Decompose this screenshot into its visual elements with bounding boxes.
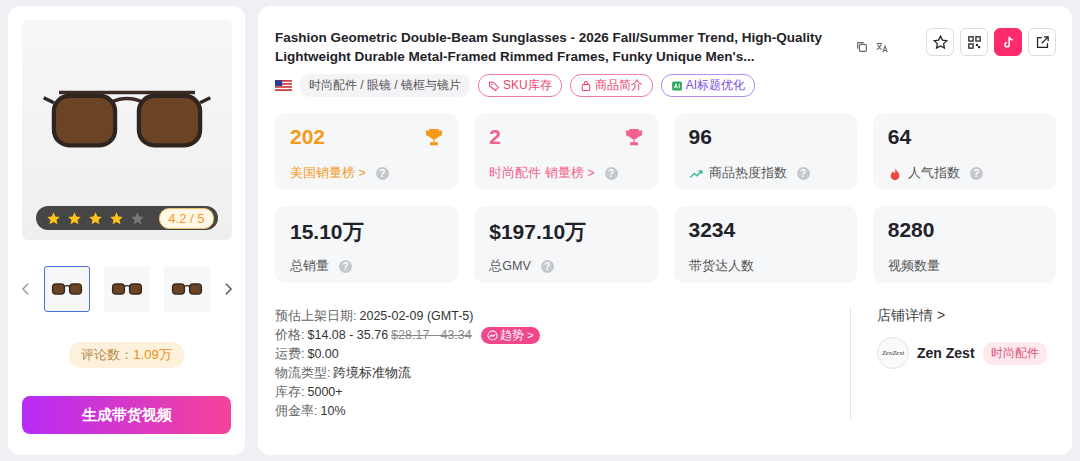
shop-row[interactable]: ZenZest Zen Zest 时尚配件: [877, 337, 1047, 369]
star-icon: [46, 211, 61, 226]
copy-icon[interactable]: [855, 40, 869, 54]
stat-value: $197.10万: [489, 218, 586, 246]
shop-tag: 时尚配件: [983, 342, 1047, 365]
help-icon[interactable]: ?: [970, 167, 983, 180]
star-icon: [130, 211, 145, 226]
trophy-icon: [624, 127, 644, 147]
star-icon: [88, 211, 103, 226]
stat-card: 3234 带货达人数: [674, 206, 857, 283]
detail-row: 运费: $0.00: [275, 345, 850, 363]
sunglasses-icon: [110, 278, 144, 300]
help-icon[interactable]: ?: [339, 260, 352, 273]
title-row: Fashion Geometric Double-Beam Sunglasses…: [275, 28, 1056, 66]
stat-value: 8280: [888, 218, 935, 242]
stat-card: 64 人气指数 ?: [873, 113, 1056, 190]
shop-details-link[interactable]: 店铺详情 >: [877, 307, 1047, 325]
thumbnail[interactable]: [44, 266, 90, 312]
stat-card[interactable]: 2 时尚配件 销量榜 > ?: [474, 113, 657, 190]
thumbnail-strip: [21, 266, 233, 312]
help-icon[interactable]: ?: [605, 167, 618, 180]
detail-row: 价格: $14.08 - 35.76 $28.17 - 43.34 趋势 >: [275, 326, 850, 344]
sunglasses-icon: [42, 68, 212, 163]
stat-label: 总销量 ?: [290, 258, 444, 275]
qr-code-icon: [966, 34, 983, 51]
stat-label: 商品热度指数 ?: [689, 165, 843, 182]
detail-row: 库存: 5000+: [275, 383, 850, 401]
tag-row: 时尚配件 / 眼镜 / 镜框与镜片 SKU库存 商品简介 AI标题优化: [275, 74, 1056, 97]
product-page: 4.2 / 5 评论数：1.09万 生成带货视频 Fashion Geometr…: [0, 0, 1080, 461]
product-photo: 4.2 / 5: [22, 20, 232, 240]
tag-button[interactable]: AI标题优化: [661, 74, 755, 97]
category-path[interactable]: 时尚配件 / 眼镜 / 镜框与镜片: [300, 74, 470, 97]
open-link-button[interactable]: [1028, 28, 1056, 56]
thumbnail[interactable]: [104, 266, 150, 312]
stat-label: 人气指数 ?: [888, 165, 1042, 182]
chevron-left-icon[interactable]: [21, 282, 30, 296]
help-icon[interactable]: ?: [376, 167, 389, 180]
bag-icon: [580, 80, 592, 92]
us-flag-icon: [275, 80, 292, 91]
trend-button[interactable]: 趋势 >: [481, 327, 540, 344]
detail-row: 物流类型: 跨境标准物流: [275, 364, 850, 382]
detail-row: 佣金率: 10%: [275, 402, 850, 420]
help-icon[interactable]: ?: [541, 260, 554, 273]
detail-section: 预估上架日期: 2025-02-09 (GMT-5) 价格: $14.08 - …: [275, 307, 1056, 420]
stats-grid: 202 美国销量榜 > ?2 时尚配件 销量榜 > ?96 商品热度指数 ?64…: [275, 113, 1056, 283]
tiktok-button[interactable]: [994, 28, 1022, 56]
sunglasses-icon: [170, 278, 204, 300]
translate-icon[interactable]: [875, 40, 889, 54]
action-buttons: [926, 28, 1056, 56]
sunglasses-icon: [50, 278, 84, 300]
stat-value: 2: [489, 125, 501, 149]
detail-list: 预估上架日期: 2025-02-09 (GMT-5) 价格: $14.08 - …: [275, 307, 850, 420]
ai-icon: [671, 80, 683, 92]
shop-avatar: ZenZest: [877, 337, 909, 369]
trend-circle-icon: [487, 330, 498, 341]
stat-value: 202: [290, 125, 325, 149]
product-detail-card: Fashion Geometric Double-Beam Sunglasses…: [258, 6, 1072, 455]
trophy-icon: [424, 127, 444, 147]
external-link-icon: [1034, 34, 1051, 51]
rating-value: 4.2 / 5: [159, 208, 213, 229]
review-count: 评论数：1.09万: [69, 342, 183, 368]
chevron-right-icon[interactable]: [224, 282, 233, 296]
stat-label: 视频数量: [888, 258, 1042, 275]
stat-label: 带货达人数: [689, 258, 843, 275]
stat-value: 64: [888, 125, 911, 149]
tag-icon: [488, 80, 500, 92]
stat-value: 96: [689, 125, 712, 149]
thumbnail[interactable]: [164, 266, 210, 312]
favorite-button[interactable]: [926, 28, 954, 56]
star-icon: [67, 211, 82, 226]
stat-label: 美国销量榜 > ?: [290, 165, 444, 182]
stat-card: 8280 视频数量: [873, 206, 1056, 283]
qr-button[interactable]: [960, 28, 988, 56]
original-price: $28.17 - 43.34: [391, 328, 472, 342]
stat-card: $197.10万 总GMV ?: [474, 206, 657, 283]
divider: [850, 307, 851, 420]
fire-icon: [888, 167, 902, 181]
stat-card[interactable]: 202 美国销量榜 > ?: [275, 113, 458, 190]
tiktok-icon: [1000, 34, 1017, 51]
star-row: [46, 211, 145, 226]
stat-value: 15.10万: [290, 218, 364, 246]
trend-icon: [689, 167, 703, 181]
star-outline-icon: [932, 34, 949, 51]
detail-row: 预估上架日期: 2025-02-09 (GMT-5): [275, 307, 850, 325]
tag-button[interactable]: SKU库存: [478, 74, 562, 97]
shop-panel: 店铺详情 > ZenZest Zen Zest 时尚配件: [877, 307, 1047, 420]
stat-label: 总GMV ?: [489, 258, 643, 275]
rating-badge: 4.2 / 5: [36, 206, 218, 230]
help-icon[interactable]: ?: [797, 167, 810, 180]
tag-button[interactable]: 商品简介: [570, 74, 653, 97]
generate-video-button[interactable]: 生成带货视频: [22, 396, 231, 434]
gallery-card: 4.2 / 5 评论数：1.09万 生成带货视频: [8, 6, 245, 455]
stat-label: 时尚配件 销量榜 > ?: [489, 165, 643, 182]
stat-card: 96 商品热度指数 ?: [674, 113, 857, 190]
shop-name: Zen Zest: [917, 345, 975, 361]
product-title: Fashion Geometric Double-Beam Sunglasses…: [275, 28, 849, 66]
stat-value: 3234: [689, 218, 736, 242]
star-icon: [109, 211, 124, 226]
stat-card: 15.10万 总销量 ?: [275, 206, 458, 283]
